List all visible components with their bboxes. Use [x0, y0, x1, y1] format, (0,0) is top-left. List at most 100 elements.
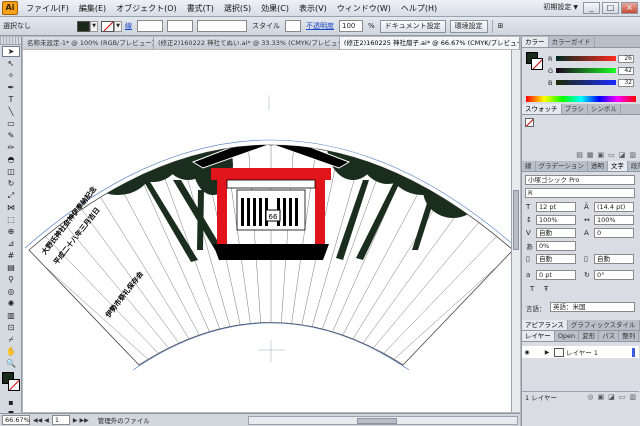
tab-align[interactable]: 整列: [619, 331, 640, 341]
slider-b-track[interactable]: [556, 80, 616, 85]
horizontal-scale-field[interactable]: 100%: [594, 215, 634, 225]
strikethrough-icon[interactable]: Ŧ: [544, 285, 548, 293]
scrollbar-thumb[interactable]: [357, 417, 397, 424]
tab-paragraph[interactable]: 段落: [628, 161, 640, 171]
brush-definition-field[interactable]: [197, 20, 247, 32]
leading-field[interactable]: (14.4 pt): [594, 202, 634, 212]
trash-icon[interactable]: ▥: [629, 151, 636, 161]
tab-color[interactable]: カラー: [522, 37, 549, 47]
chevron-down-icon[interactable]: ▼: [114, 20, 122, 32]
aki-right-field[interactable]: 自動: [594, 254, 634, 264]
minimize-button[interactable]: _: [583, 2, 600, 14]
symbol-sprayer-tool-icon[interactable]: ✺: [2, 298, 20, 309]
aki-left-field[interactable]: 自動: [536, 254, 576, 264]
slider-r-track[interactable]: [556, 56, 616, 61]
direct-selection-tool-icon[interactable]: ↖: [2, 58, 20, 69]
rotation-field[interactable]: 0°: [594, 270, 634, 280]
font-size-field[interactable]: 12 pt: [536, 202, 576, 212]
clipping-mask-icon[interactable]: ▣: [598, 393, 605, 401]
slider-r[interactable]: R 26: [548, 54, 638, 63]
tab-graphic-styles[interactable]: グラフィックスタイル: [568, 320, 640, 330]
menu-object[interactable]: オブジェクト(O): [111, 3, 182, 14]
fill-stroke-selector[interactable]: [2, 372, 20, 394]
style-field[interactable]: [285, 20, 301, 32]
zoom-field[interactable]: 66.67%: [2, 415, 30, 425]
folder-icon[interactable]: ▭: [608, 151, 615, 161]
blob-brush-tool-icon[interactable]: ◓: [2, 154, 20, 165]
last-page-icon[interactable]: ▶▶: [79, 417, 88, 424]
eye-icon[interactable]: ◉: [522, 349, 532, 356]
tsume-field[interactable]: 0%: [536, 241, 576, 251]
tab-swatches[interactable]: スウォッチ: [522, 104, 562, 114]
swatch-kind-icon[interactable]: ▦: [587, 151, 594, 161]
line-tool-icon[interactable]: ╲: [2, 106, 20, 117]
tab-appearance[interactable]: アピアランス: [522, 320, 568, 330]
mesh-tool-icon[interactable]: #: [2, 250, 20, 261]
stroke-link[interactable]: 線: [125, 21, 132, 31]
zoom-tool-icon[interactable]: 🔍: [2, 358, 20, 369]
slider-b-value[interactable]: 32: [618, 78, 634, 87]
artboard-tool-icon[interactable]: ⊡: [2, 322, 20, 333]
first-page-icon[interactable]: ◀◀: [33, 417, 42, 424]
tab-stroke[interactable]: 線: [522, 161, 536, 171]
status-message[interactable]: 管理外のファイル: [98, 415, 150, 425]
eraser-tool-icon[interactable]: ◫: [2, 166, 20, 177]
maximize-button[interactable]: □: [602, 2, 619, 14]
rotate-tool-icon[interactable]: ↻: [2, 178, 20, 189]
slider-b[interactable]: B 32: [548, 78, 638, 87]
stroke-none-icon[interactable]: [531, 58, 543, 70]
free-transform-tool-icon[interactable]: ⬚: [2, 214, 20, 225]
vertical-scrollbar[interactable]: [511, 50, 520, 412]
library-icon[interactable]: ▤: [576, 151, 583, 161]
menu-effect[interactable]: 効果(C): [256, 3, 294, 14]
menu-file[interactable]: ファイル(F): [21, 3, 74, 14]
font-family-field[interactable]: 小塚ゴシック Pro: [525, 175, 635, 185]
slider-g-value[interactable]: 42: [618, 66, 634, 75]
tab-open[interactable]: Open: [555, 331, 580, 341]
slider-g-track[interactable]: [556, 68, 616, 73]
page-field[interactable]: 1: [51, 415, 70, 425]
swatch-none[interactable]: [525, 118, 534, 127]
prev-page-icon[interactable]: ◀: [44, 417, 49, 424]
blend-tool-icon[interactable]: ◎: [2, 286, 20, 297]
color-spectrum[interactable]: [526, 96, 636, 102]
opacity-field[interactable]: 100: [339, 20, 363, 32]
rectangle-tool-icon[interactable]: ▭: [2, 118, 20, 129]
opacity-link[interactable]: 不透明度: [306, 21, 334, 31]
document-tab[interactable]: (修正2)160222 神社てぬい.ai* @ 33.33% (CMYK/プレビ…: [153, 37, 340, 49]
eyedropper-tool-icon[interactable]: ⚲: [2, 274, 20, 285]
tab-pathfinder[interactable]: パス: [599, 331, 620, 341]
underline-icon[interactable]: T: [530, 285, 534, 293]
paintbrush-tool-icon[interactable]: ✎: [2, 130, 20, 141]
new-layer-icon[interactable]: ▭: [619, 393, 626, 401]
stroke-none-swatch[interactable]: [101, 20, 114, 32]
layer-row[interactable]: ◉ ▶ レイヤー 1: [522, 346, 639, 358]
tab-layers[interactable]: レイヤー: [522, 331, 555, 341]
swatch-options-icon[interactable]: ▣: [598, 151, 605, 161]
menu-view[interactable]: 表示(V): [294, 3, 332, 14]
slider-g[interactable]: G 42: [548, 66, 638, 75]
panel-grip[interactable]: [0, 37, 21, 45]
tracking-field[interactable]: 0: [594, 228, 634, 238]
tab-gradient[interactable]: グラデーション: [536, 161, 588, 171]
stroke-color-icon[interactable]: [8, 379, 20, 391]
document-tab[interactable]: 名称未設定-1* @ 100% (RGB/プレビュー) ×: [23, 37, 154, 49]
new-sublayer-icon[interactable]: ◪: [608, 393, 615, 401]
document-setup-button[interactable]: ドキュメント設定: [379, 19, 446, 33]
type-tool-icon[interactable]: T: [2, 94, 20, 105]
trash-icon[interactable]: ▥: [629, 393, 636, 401]
language-field[interactable]: 英語：米国: [550, 302, 635, 312]
scrollbar-thumb[interactable]: [513, 190, 519, 250]
kerning-field[interactable]: 自動: [536, 228, 576, 238]
tab-character[interactable]: 文字: [607, 161, 628, 171]
menu-type[interactable]: 書式(T): [182, 3, 219, 14]
fill-swatch[interactable]: [77, 20, 90, 32]
menu-help[interactable]: ヘルプ(H): [396, 3, 442, 14]
tab-brushes[interactable]: ブラシ: [562, 104, 588, 114]
width-tool-icon[interactable]: ⋈: [2, 202, 20, 213]
menu-edit[interactable]: 編集(E): [74, 3, 111, 14]
next-page-icon[interactable]: ▶: [73, 417, 78, 424]
vertical-scale-field[interactable]: 100%: [536, 215, 576, 225]
stroke-weight-field[interactable]: [137, 20, 163, 32]
new-swatch-icon[interactable]: ◪: [619, 151, 626, 161]
